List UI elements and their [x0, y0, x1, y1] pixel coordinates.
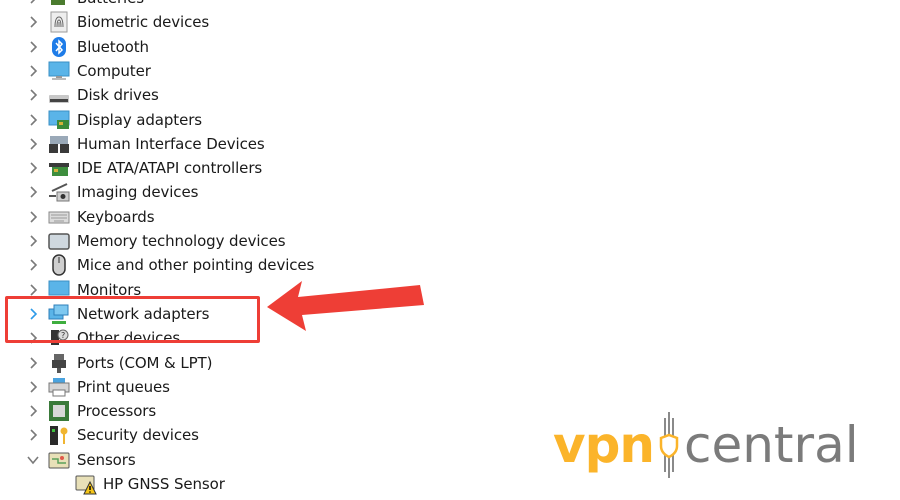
- highlight-box-network-adapters: [5, 296, 260, 343]
- tree-item-mice-and-other-pointing-devices[interactable]: Mice and other pointing devices: [0, 253, 520, 277]
- battery-icon: [48, 0, 70, 9]
- keyboard-icon: [48, 206, 70, 228]
- annotation-arrow-icon: [267, 281, 424, 331]
- tree-item-hp-gnss-sensor[interactable]: HP GNSS Sensor: [0, 472, 520, 496]
- chevron-right-icon[interactable]: [27, 59, 39, 83]
- processor-icon: [48, 400, 70, 422]
- bluetooth-icon: [48, 36, 70, 58]
- chevron-right-icon[interactable]: [27, 108, 39, 132]
- tree-item-ports-com-lpt[interactable]: Ports (COM & LPT): [0, 351, 520, 375]
- sensor-warning-icon: [75, 473, 97, 495]
- disk-drive-icon: [48, 84, 70, 106]
- tree-item-label: Batteries: [77, 0, 144, 7]
- tree-item-imaging-devices[interactable]: Imaging devices: [0, 180, 520, 204]
- display-adapter-icon: [48, 109, 70, 131]
- tree-item-label: Human Interface Devices: [77, 134, 265, 153]
- chevron-right-icon[interactable]: [27, 229, 39, 253]
- security-device-icon: [48, 424, 70, 446]
- tree-item-label: Memory technology devices: [77, 232, 286, 250]
- logo-shield-icon: [659, 412, 679, 478]
- tree-item-human-interface-devices[interactable]: Human Interface Devices: [0, 132, 520, 156]
- tree-item-processors[interactable]: Processors: [0, 399, 520, 423]
- tree-item-bluetooth[interactable]: Bluetooth: [0, 35, 520, 59]
- tree-item-label: Mice and other pointing devices: [77, 256, 315, 275]
- tree-item-label: Processors: [77, 402, 157, 421]
- sensor-icon: [48, 449, 70, 471]
- vpncentral-logo: vpn central: [553, 410, 859, 480]
- logo-central-text: central: [683, 416, 859, 474]
- mouse-icon: [48, 254, 70, 277]
- tree-item-label: Imaging devices: [77, 183, 199, 202]
- printer-icon: [48, 376, 70, 398]
- camera-icon: [48, 181, 70, 203]
- tree-item-label: Biometric devices: [77, 13, 210, 32]
- tree-item-label: Disk drives: [77, 86, 159, 105]
- computer-monitor-icon: [48, 60, 70, 82]
- tree-item-batteries[interactable]: Batteries: [0, 0, 520, 10]
- tree-item-label: Keyboards: [77, 207, 155, 226]
- chevron-right-icon[interactable]: [27, 423, 39, 447]
- chevron-right-icon[interactable]: [27, 351, 39, 375]
- tree-item-keyboards[interactable]: Keyboards: [0, 205, 520, 229]
- tree-item-security-devices[interactable]: Security devices: [0, 423, 520, 447]
- chevron-down-icon[interactable]: [27, 448, 39, 472]
- tree-item-computer[interactable]: Computer: [0, 59, 520, 83]
- tree-item-label: Print queues: [77, 377, 170, 396]
- logo-vpn-text: vpn: [553, 416, 655, 474]
- tree-item-label: Bluetooth: [77, 37, 149, 56]
- tree-item-ide-ata-atapi-controllers[interactable]: IDE ATA/ATAPI controllers: [0, 156, 520, 180]
- memory-device-icon: [48, 230, 70, 252]
- tree-item-label: Display adapters: [77, 110, 202, 129]
- chevron-right-icon[interactable]: [27, 399, 39, 423]
- chevron-right-icon[interactable]: [27, 253, 39, 277]
- chevron-right-icon[interactable]: [27, 10, 39, 34]
- chevron-right-icon[interactable]: [27, 180, 39, 204]
- port-icon: [48, 352, 70, 374]
- chevron-right-icon[interactable]: [27, 205, 39, 229]
- tree-item-memory-technology-devices[interactable]: Memory technology devices: [0, 229, 520, 253]
- tree-item-label: HP GNSS Sensor: [103, 475, 225, 493]
- tree-item-label: Ports (COM & LPT): [77, 353, 213, 372]
- tree-item-label: Security devices: [77, 426, 199, 445]
- ide-controller-icon: [48, 157, 70, 179]
- tree-item-biometric-devices[interactable]: Biometric devices: [0, 10, 520, 34]
- tree-item-print-queues[interactable]: Print queues: [0, 375, 520, 399]
- hid-icon: [48, 133, 70, 155]
- tree-item-display-adapters[interactable]: Display adapters: [0, 108, 520, 132]
- chevron-right-icon[interactable]: [27, 35, 39, 59]
- chevron-right-icon[interactable]: [27, 0, 39, 10]
- tree-item-label: Sensors: [77, 450, 136, 469]
- tree-item-label: IDE ATA/ATAPI controllers: [77, 159, 263, 178]
- fingerprint-icon: [48, 11, 70, 33]
- chevron-right-icon[interactable]: [27, 375, 39, 399]
- tree-item-label: Computer: [77, 61, 151, 80]
- chevron-right-icon[interactable]: [27, 156, 39, 180]
- chevron-right-icon[interactable]: [27, 83, 39, 107]
- tree-item-disk-drives[interactable]: Disk drives: [0, 83, 520, 107]
- tree-item-sensors[interactable]: Sensors: [0, 448, 520, 472]
- chevron-right-icon[interactable]: [27, 132, 39, 156]
